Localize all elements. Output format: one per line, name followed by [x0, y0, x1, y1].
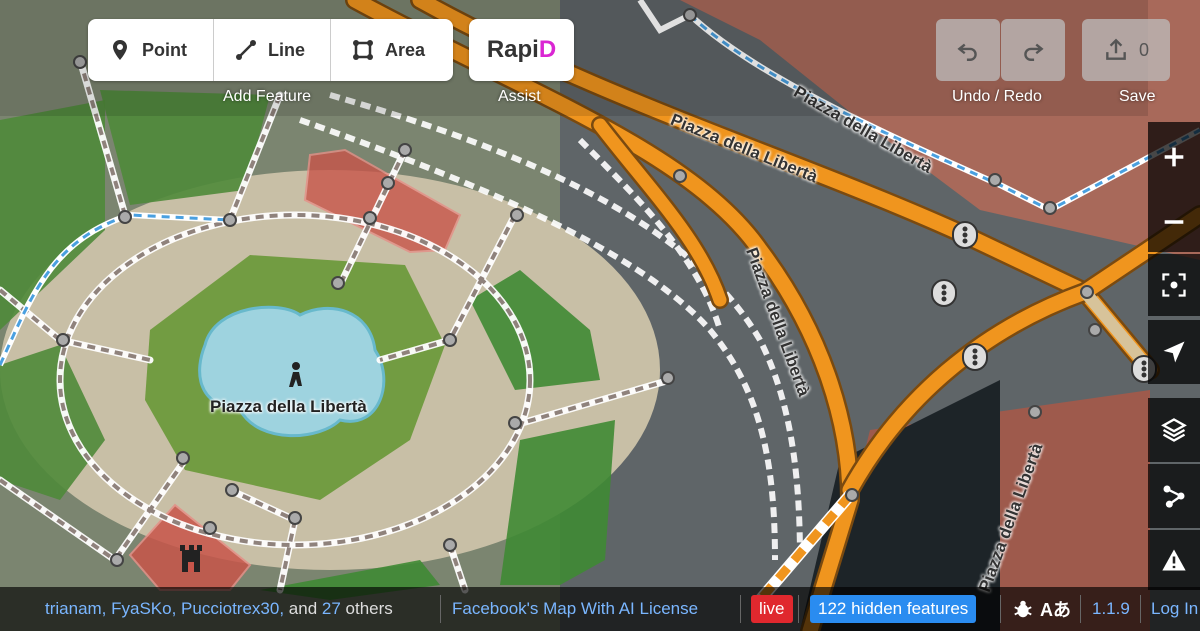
undo-icon [957, 43, 977, 61]
attribution: trianam, FyaSKo, Pucciotrex30, and 27 ot… [45, 587, 393, 631]
bug-icon[interactable] [1012, 598, 1034, 620]
save-button[interactable]: 0 [1082, 19, 1170, 81]
line-label: Line [268, 39, 306, 60]
hidden-features-badge[interactable]: 122 hidden features [810, 595, 977, 623]
footer-bar: trianam, FyaSKo, Pucciotrex30, and 27 ot… [0, 587, 1200, 631]
divider [440, 595, 441, 623]
redo-button[interactable] [1001, 19, 1065, 81]
zoom-in-button[interactable] [1148, 122, 1200, 192]
point-icon [113, 40, 127, 60]
others-text: others [345, 599, 393, 618]
area-label: Area [385, 39, 426, 60]
rapid-button[interactable]: Rapi D [469, 19, 574, 81]
zoom-in-icon [1164, 147, 1184, 167]
rapid-logo-text: Rapi [486, 36, 539, 63]
zoom-to-selection-icon [1162, 273, 1186, 297]
zoom-to-selection-button[interactable] [1148, 254, 1200, 316]
others-count-link[interactable]: 27 [322, 599, 341, 619]
and-text: and [288, 599, 318, 618]
point-button[interactable]: Point [88, 19, 214, 81]
divider [1140, 595, 1141, 623]
live-item: live [751, 587, 793, 631]
map-data-icon [1163, 485, 1185, 508]
license-item: Facebook's Map With AI License [452, 587, 698, 631]
rapid-logo-d: D [538, 36, 557, 63]
license-link[interactable]: Facebook's Map With AI License [452, 599, 698, 619]
version-item: 1.1.9 [1092, 587, 1130, 631]
tools-item: Aあ [1012, 587, 1071, 631]
assist-label: Assist [498, 88, 541, 105]
version-link[interactable]: 1.1.9 [1092, 599, 1130, 619]
login-link[interactable]: Log In [1151, 599, 1198, 619]
castle-icon [180, 545, 202, 572]
add-feature-label: Add Feature [223, 88, 312, 105]
divider [1000, 595, 1001, 623]
save-count: 0 [1138, 39, 1149, 60]
redo-icon [1024, 43, 1044, 61]
undo-button[interactable] [936, 19, 1000, 81]
issues-icon [1162, 549, 1186, 571]
issues-button[interactable] [1148, 530, 1200, 590]
zoom-out-button[interactable] [1148, 192, 1200, 252]
add-feature-group: Point Line Area [88, 19, 453, 81]
geolocate-button[interactable] [1148, 320, 1200, 384]
live-badge[interactable]: live [751, 595, 793, 623]
line-icon [236, 40, 256, 60]
divider [1080, 595, 1081, 623]
login-item: Log In [1151, 587, 1200, 631]
translate-icon[interactable]: Aあ [1040, 596, 1071, 622]
zoom-out-icon [1164, 220, 1184, 224]
divider [740, 595, 741, 623]
map-controls [1148, 120, 1200, 590]
contributors-link[interactable]: trianam, FyaSKo, Pucciotrex30, [45, 599, 284, 619]
area-button[interactable]: Area [331, 19, 453, 81]
geolocate-icon [1163, 341, 1185, 363]
map-data-button[interactable] [1148, 464, 1200, 528]
hidden-features-item: 122 hidden features [810, 587, 977, 631]
undo-redo-label: Undo / Redo [952, 88, 1042, 105]
area-icon [353, 40, 373, 60]
line-button[interactable]: Line [214, 19, 331, 81]
background-layers-button[interactable] [1148, 398, 1200, 462]
point-label: Point [142, 39, 187, 60]
save-label: Save [1119, 88, 1156, 105]
divider [798, 595, 799, 623]
feature-label: Piazza della Libertà [210, 397, 367, 416]
upload-icon [1106, 38, 1126, 60]
layers-icon [1161, 418, 1187, 442]
